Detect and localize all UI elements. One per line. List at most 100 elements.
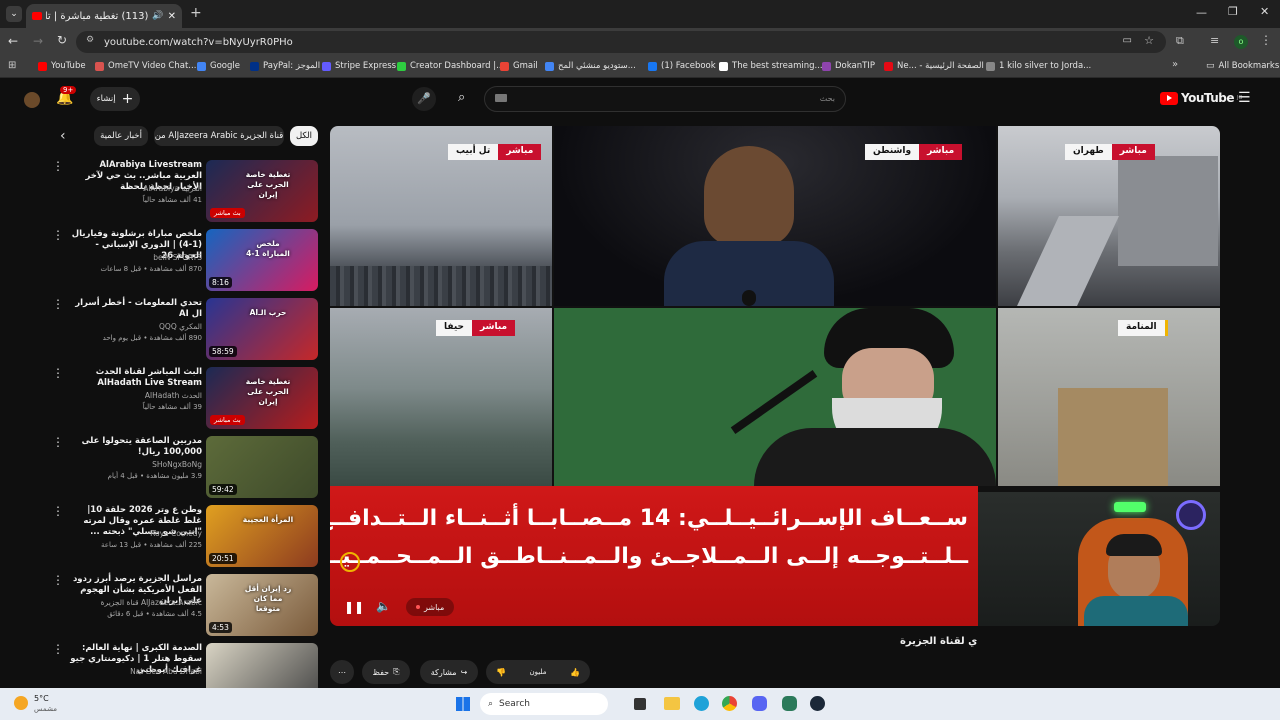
video-menu-icon[interactable]: ⋮ bbox=[52, 643, 64, 655]
forward-icon[interactable]: → bbox=[33, 34, 43, 48]
windows-start-icon[interactable] bbox=[456, 697, 470, 711]
share-button[interactable]: مشاركة ↪ bbox=[420, 660, 478, 684]
window-minimize-button[interactable]: — bbox=[1196, 6, 1207, 19]
more-actions-button[interactable]: ⋯ bbox=[330, 660, 354, 684]
active-tab[interactable]: (113) تغطية مباشرة | تابعوا ال 🔊 ✕ bbox=[26, 4, 182, 28]
bookmark-item[interactable]: 1 kilo silver to Jorda... bbox=[986, 61, 1091, 71]
extensions-icon[interactable]: ⧉ bbox=[1176, 34, 1184, 48]
discord-icon[interactable] bbox=[752, 696, 767, 711]
related-video-item[interactable]: ⋮ تحدي المعلومات - أخطر أسرار ال AI المكري… bbox=[52, 298, 320, 362]
cast-icon[interactable]: ▭ bbox=[1123, 35, 1132, 46]
video-thumbnail[interactable]: تغطية خاصة الحرب على إيران بث مباشر bbox=[206, 367, 318, 429]
bookmark-item[interactable]: DokanTIP bbox=[822, 61, 875, 71]
task-view-icon[interactable] bbox=[634, 698, 646, 710]
chat-app-icon[interactable] bbox=[782, 696, 797, 711]
voice-search-icon[interactable]: 🎤 bbox=[412, 87, 436, 111]
bookmark-item[interactable]: Creator Dashboard |... bbox=[397, 61, 504, 71]
bookmark-item[interactable]: Gmail bbox=[500, 61, 538, 71]
guide-menu-icon[interactable]: ☰ bbox=[1238, 90, 1251, 106]
file-explorer-icon[interactable] bbox=[664, 697, 680, 710]
bookmark-star-icon[interactable]: ☆ bbox=[1144, 34, 1154, 47]
profile-avatar[interactable]: o bbox=[1234, 35, 1248, 49]
video-menu-icon[interactable]: ⋮ bbox=[52, 436, 64, 448]
video-thumbnail[interactable]: المرأة العجيبة 20:51 bbox=[206, 505, 318, 567]
keyboard-icon[interactable] bbox=[495, 94, 507, 102]
related-video-item[interactable]: ⋮ وطن ع وتر 2026 حلقة 10| غلط غلطة عمره و… bbox=[52, 505, 320, 569]
bookmark-item[interactable]: Google bbox=[197, 61, 240, 71]
video-title[interactable]: البث المباشر لقناة الحدث AlHadath Live S… bbox=[70, 367, 202, 389]
video-title[interactable]: تحدي المعلومات - أخطر أسرار ال AI bbox=[70, 298, 202, 320]
play-pause-button[interactable]: ❚❚ bbox=[344, 600, 364, 614]
search-icon[interactable]: ⌕ bbox=[458, 90, 465, 105]
related-video-item[interactable]: ⋮ ملخص مباراة برشلونة وفياريال (1-4) | ال… bbox=[52, 229, 320, 293]
window-restore-button[interactable]: ❐ bbox=[1228, 5, 1238, 18]
video-menu-icon[interactable]: ⋮ bbox=[52, 505, 64, 517]
bookmark-item[interactable]: The best streaming... bbox=[719, 61, 823, 71]
like-icon[interactable]: 👍 bbox=[570, 668, 580, 677]
window-close-button[interactable]: ✕ bbox=[1260, 5, 1269, 18]
bookmark-item[interactable]: Stripe Express bbox=[322, 61, 396, 71]
bookmark-item[interactable]: OmeTV Video Chat... bbox=[95, 61, 196, 71]
chip-world-news[interactable]: أخبار عالمية bbox=[94, 126, 148, 146]
video-menu-icon[interactable]: ⋮ bbox=[52, 160, 64, 172]
bookmark-item[interactable]: YouTube bbox=[38, 61, 86, 71]
chip-all[interactable]: الكل bbox=[290, 126, 318, 146]
new-tab-button[interactable]: + bbox=[190, 5, 202, 21]
audio-icon[interactable]: 🔊 bbox=[152, 11, 163, 21]
video-thumbnail[interactable]: تغطية خاصة الحرب على إيران بث مباشر bbox=[206, 160, 318, 222]
reload-icon[interactable]: ↻ bbox=[57, 33, 67, 47]
related-video-item[interactable]: ⋮ البث المباشر لقناة الحدث AlHadath Live … bbox=[52, 367, 320, 431]
video-menu-icon[interactable]: ⋮ bbox=[52, 229, 64, 241]
related-video-item[interactable]: ⋮ مراسل الجزيرة يرصد أبرز ردود الفعل الأم… bbox=[52, 574, 320, 638]
bookmark-item[interactable]: PayPal: الموجز bbox=[250, 61, 320, 71]
bookmark-item[interactable]: ستوديو منشئي المح... bbox=[545, 61, 636, 71]
channel-name[interactable]: SHoNgxBoNg bbox=[70, 460, 202, 469]
create-button[interactable]: إنشاء + bbox=[90, 87, 140, 111]
edge-icon[interactable] bbox=[694, 696, 709, 711]
video-menu-icon[interactable]: ⋮ bbox=[52, 298, 64, 310]
video-thumbnail[interactable]: رد إيران أقل مما كان متوقعا 4:53 bbox=[206, 574, 318, 636]
live-chip[interactable]: مباشر bbox=[406, 598, 455, 616]
account-avatar[interactable] bbox=[24, 92, 40, 108]
related-video-item[interactable]: ⋮ AlArabiya Livestream العربية مباشر.. بث… bbox=[52, 160, 320, 224]
channel-name[interactable]: العربية AlArabiya bbox=[70, 184, 202, 193]
back-icon[interactable]: ← bbox=[8, 34, 18, 48]
media-control-icon[interactable]: ≡ bbox=[1210, 34, 1219, 47]
tab-search-icon[interactable]: ⌄ bbox=[6, 6, 22, 22]
youtube-logo[interactable]: YouTube JO bbox=[1160, 91, 1242, 105]
video-menu-icon[interactable]: ⋮ bbox=[52, 574, 64, 586]
video-player[interactable]: تل أبيب مباشر واشنطن مباشر طهران مباشر ح… bbox=[330, 126, 1220, 626]
related-video-item[interactable]: ⋮ مدربين الصاعقة يتحولوا على 100,000 ريال… bbox=[52, 436, 320, 500]
site-info-icon[interactable]: ⚙ bbox=[86, 35, 94, 45]
steam-icon[interactable] bbox=[810, 696, 825, 711]
channel-name[interactable]: Nat Geo Abu Dhabi bbox=[70, 667, 202, 676]
video-thumbnail[interactable]: حرب الـAI 58:59 bbox=[206, 298, 318, 360]
channel-name[interactable]: Roya Comedy bbox=[70, 529, 202, 538]
bookmark-item[interactable]: Ne... - الصفحة الرئيسية bbox=[884, 61, 984, 71]
weather-icon[interactable] bbox=[14, 696, 28, 710]
volume-button[interactable]: 🔈 bbox=[376, 599, 391, 613]
save-button[interactable]: حفظ ⎘ bbox=[362, 660, 410, 684]
notifications-bell-icon[interactable]: 🔔 9+ bbox=[56, 86, 77, 106]
search-input[interactable]: بحث bbox=[484, 86, 846, 112]
bookmark-item[interactable]: (1) Facebook bbox=[648, 61, 716, 71]
video-thumbnail[interactable]: 59:42 bbox=[206, 436, 318, 498]
apps-grid-icon[interactable]: ⊞ bbox=[8, 60, 16, 71]
chips-back-icon[interactable]: ‹ bbox=[60, 128, 66, 144]
taskbar-search[interactable]: ⌕ Search bbox=[480, 693, 608, 715]
channel-name[interactable]: beIN SPORTS bbox=[70, 253, 202, 262]
video-title[interactable]: مدربين الصاعقة يتحولوا على 100,000 ريال! bbox=[70, 436, 202, 458]
video-menu-icon[interactable]: ⋮ bbox=[52, 367, 64, 379]
channel-name[interactable]: AlJazeera Arabic قناة الجزيرة bbox=[70, 598, 202, 607]
browser-menu-icon[interactable]: ⋮ bbox=[1260, 33, 1272, 47]
chip-from-channel[interactable]: من AlJazeera Arabic قناة الجزيرة bbox=[154, 126, 284, 146]
tab-close-icon[interactable]: ✕ bbox=[168, 11, 176, 22]
channel-name[interactable]: المكري QQQ bbox=[70, 322, 202, 331]
bookmarks-overflow-icon[interactable]: » bbox=[1172, 59, 1178, 70]
all-bookmarks-button[interactable]: ▭ All Bookmarks bbox=[1206, 61, 1279, 71]
channel-name[interactable]: الحدث AlHadath bbox=[70, 391, 202, 400]
video-thumbnail[interactable]: ملخص المباراة 1-4 8:16 bbox=[206, 229, 318, 291]
dislike-icon[interactable]: 👎 bbox=[496, 668, 506, 677]
url-field[interactable]: ⚙ youtube.com/watch?v=bNyUyrR0PHo ▭ ☆ bbox=[76, 31, 1166, 53]
chrome-icon[interactable] bbox=[722, 696, 737, 711]
